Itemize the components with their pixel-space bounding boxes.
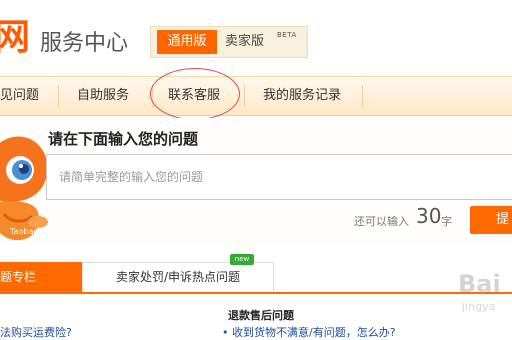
submit-button[interactable]: 提 [470,206,512,234]
watermark-sub: jingya [462,300,496,313]
highlight-circle [150,68,240,120]
version-general-button[interactable]: 通用版 [157,30,217,54]
topic-tabs: 题专栏 卖家处罚/申诉热点问题 [0,262,512,294]
page-title: 服务中心 [40,31,129,56]
nav-item-my-service-records[interactable]: 我的服务记录 [263,77,341,115]
version-seller-link[interactable]: 卖家版 [225,30,264,54]
nav-item-faq[interactable]: 见问题 [0,77,39,115]
faq-link[interactable]: • 收到货物不满意/有问题，怎么办? [222,324,396,340]
tab-seller-penalty[interactable]: 卖家处罚/申诉热点问题 [82,262,274,292]
faq-link[interactable]: 法购买运费险? [0,324,72,340]
char-count-label: 还可以输入 [354,215,409,228]
question-input[interactable] [47,155,512,199]
char-count-value: 30 [416,204,442,228]
nav-divider [244,85,245,107]
version-switcher: 通用版 卖家版 BETA [150,26,308,58]
new-badge: new [230,254,254,265]
nav-divider [362,85,363,107]
nav-divider [58,85,59,107]
beta-badge: BETA [277,31,297,39]
faq-section-heading: 退款售后问题 [228,309,294,322]
tab-topic-column[interactable]: 题专栏 [0,262,82,292]
char-count-unit: 字 [441,215,452,228]
logo[interactable]: 网 [0,18,30,58]
mascot-label: Taobao [9,227,38,236]
main-nav: 见问题 自助服务 联系客服 我的服务记录 [0,76,512,116]
watermark: Bai [458,270,501,298]
search-prompt: 请在下面输入您的问题 [48,130,199,148]
question-input-box [46,154,512,200]
nav-item-self-service[interactable]: 自助服务 [77,77,129,115]
